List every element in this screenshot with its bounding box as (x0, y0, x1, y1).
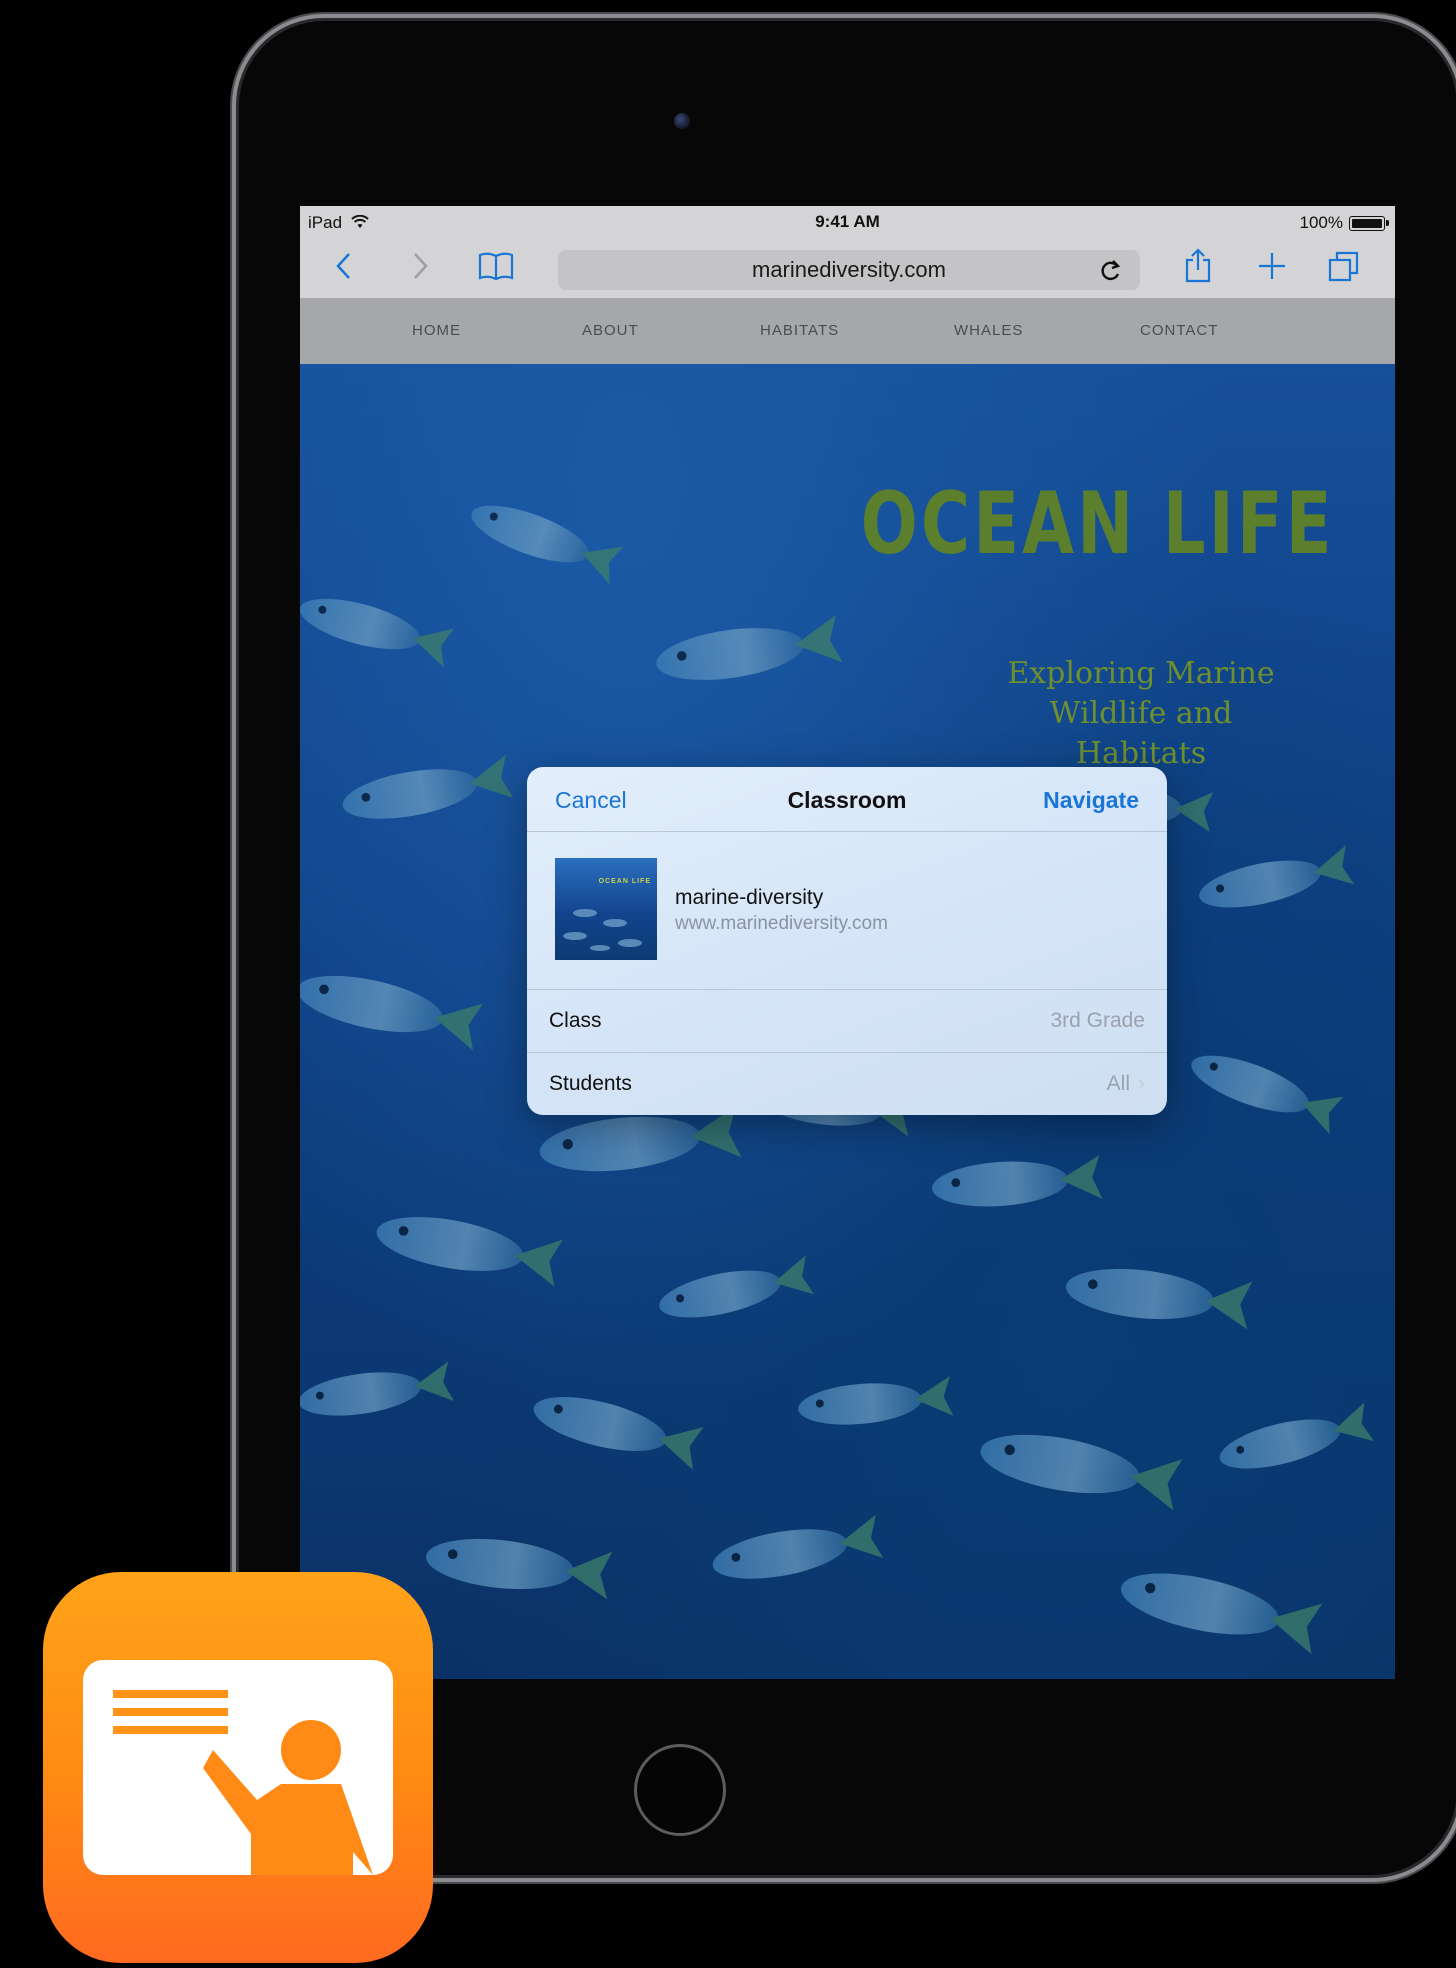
reload-icon[interactable] (1100, 257, 1122, 289)
address-bar[interactable]: marinediversity.com (558, 250, 1140, 290)
new-tab-button[interactable] (1252, 246, 1292, 286)
item-url: www.marinediversity.com (675, 913, 888, 934)
nav-habitats[interactable]: HABITATS (760, 322, 839, 339)
home-button[interactable] (634, 1744, 726, 1836)
url-text: marinediversity.com (752, 257, 946, 282)
hero-subtitle: Exploring Marine Wildlife and Habitats (1007, 656, 1275, 771)
share-icon (1185, 248, 1211, 283)
tabs-icon (1328, 251, 1359, 282)
classroom-app-icon[interactable] (43, 1572, 433, 1963)
back-button[interactable] (324, 246, 364, 286)
classroom-popover: Cancel Classroom Navigate OCEAN LIFE mar… (527, 767, 1167, 1115)
navigate-button[interactable]: Navigate (1043, 787, 1139, 814)
shared-page-item: OCEAN LIFE marine-diversity www.marinedi… (527, 831, 1167, 990)
battery-icon (1349, 215, 1389, 231)
ipad-screen: iPad 9:41 AM 100% marinediversity.com HO… (300, 206, 1395, 1679)
share-button[interactable] (1178, 246, 1218, 286)
book-icon (478, 252, 514, 281)
nav-contact[interactable]: CONTACT (1140, 322, 1218, 339)
hero-title: OCEAN LIFE (860, 474, 1335, 574)
site-navigation: HOME ABOUT HABITATS WHALES CONTACT (300, 298, 1395, 364)
page-thumbnail: OCEAN LIFE (555, 858, 657, 960)
chevron-left-icon (336, 253, 350, 279)
front-camera (674, 113, 690, 129)
class-label: Class (549, 1009, 602, 1032)
popover-header: Cancel Classroom Navigate (527, 767, 1167, 832)
status-bar: iPad 9:41 AM 100% (300, 206, 1395, 238)
safari-toolbar: marinediversity.com (300, 238, 1395, 298)
item-name: marine-diversity (675, 886, 824, 909)
students-label: Students (549, 1072, 632, 1095)
students-row[interactable]: Students All › (527, 1053, 1167, 1115)
class-value: 3rd Grade (1050, 1009, 1145, 1032)
chevron-right-icon: › (1138, 1072, 1145, 1095)
tabs-button[interactable] (1324, 246, 1364, 286)
nav-home[interactable]: HOME (412, 322, 461, 339)
forward-button[interactable] (400, 246, 440, 286)
nav-whales[interactable]: WHALES (954, 322, 1023, 339)
chevron-right-icon (414, 253, 428, 279)
battery-percent: 100% (1299, 213, 1343, 232)
students-value-wrap: All › (1107, 1072, 1145, 1096)
clock: 9:41 AM (815, 212, 880, 231)
students-value: All (1106, 1072, 1130, 1095)
battery-indicator: 100% (1299, 213, 1389, 233)
thumbnail-title: OCEAN LIFE (598, 878, 651, 885)
nav-about[interactable]: ABOUT (582, 322, 639, 339)
class-row[interactable]: Class 3rd Grade (527, 990, 1167, 1053)
plus-icon (1259, 253, 1285, 279)
bookmarks-button[interactable] (476, 246, 516, 286)
presenter-icon (83, 1660, 393, 1875)
